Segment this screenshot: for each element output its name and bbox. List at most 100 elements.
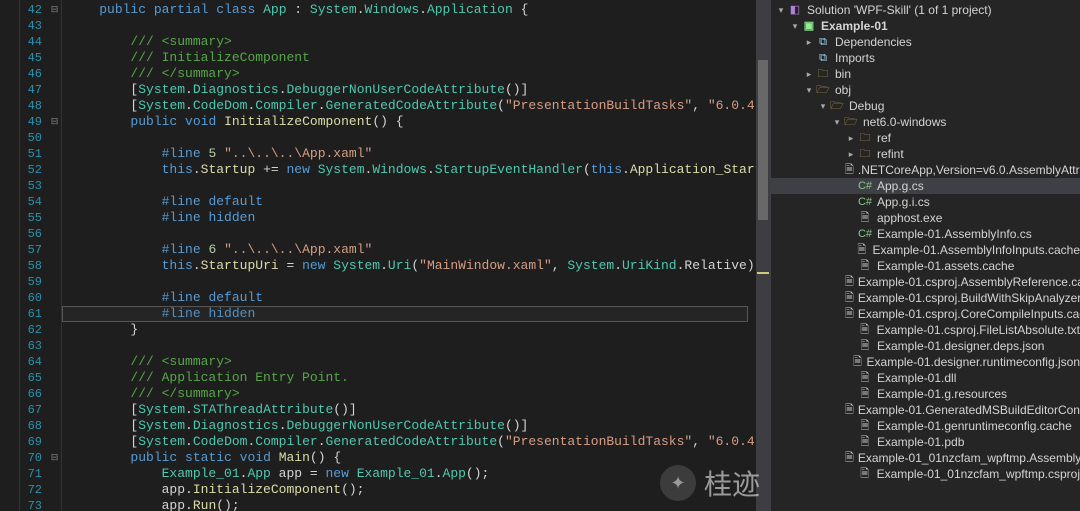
expander-icon[interactable] [775,2,787,18]
tree-item[interactable]: ◧Solution 'WPF-Skill' (1 of 1 project) [771,2,1080,18]
tree-item-label: Example-01_01nzcfam_wpftmp.csproj [877,466,1080,482]
tree-item[interactable]: 🗁net6.0-windows [771,114,1080,130]
code-line[interactable]: #line hidden [68,210,756,226]
line-number: 43 [20,18,42,34]
code-line[interactable]: #line 5 "..\..\..\App.xaml" [68,146,756,162]
expander-icon[interactable] [803,66,815,82]
line-number: 56 [20,226,42,242]
code-line[interactable] [68,274,756,290]
tree-item-label: Example-01.csproj.FileListAbsolute.txt [877,322,1080,338]
code-editor[interactable]: 4243444546474849505152535455565758596061… [0,0,770,511]
tree-item[interactable]: ⧉Dependencies [771,34,1080,50]
code-line[interactable]: [System.Diagnostics.DebuggerNonUserCodeA… [68,418,756,434]
code-line[interactable]: #line default [68,290,756,306]
tree-item[interactable]: ⧉Imports [771,50,1080,66]
code-line[interactable] [68,130,756,146]
tree-item[interactable]: 🗎Example-01.designer.runtimeconfig.json [771,354,1080,370]
line-number: 60 [20,290,42,306]
tree-item[interactable]: 🗎Example-01.csproj.AssemblyReference.cac… [771,274,1080,290]
tree-item[interactable]: 🗎Example-01.dll [771,370,1080,386]
code-line[interactable]: #line default [68,194,756,210]
code-line[interactable]: #line hidden [68,306,756,322]
code-line[interactable]: /// </summary> [68,66,756,82]
tree-item[interactable]: 🗎.NETCoreApp,Version=v6.0.AssemblyAttrib… [771,162,1080,178]
code-line[interactable]: /// <summary> [68,34,756,50]
code-line[interactable]: this.StartupUri = new System.Uri("MainWi… [68,258,756,274]
code-line[interactable]: /// Application Entry Point. [68,370,756,386]
tree-item[interactable]: 🗎apphost.exe [771,210,1080,226]
vertical-scrollbar[interactable] [756,0,770,511]
tree-item[interactable]: 🗀bin [771,66,1080,82]
line-number: 68 [20,418,42,434]
fold-toggle [48,226,61,242]
scrollbar-thumb[interactable] [758,60,768,220]
tree-item-label: Example-01_01nzcfam_wpftmp.AssemblyInfo [858,450,1080,466]
expander-icon[interactable] [845,146,857,162]
tree-item[interactable]: 🗎Example-01.AssemblyInfoInputs.cache [771,242,1080,258]
tree-item[interactable]: 🗎Example-01.genruntimeconfig.cache [771,418,1080,434]
tree-item[interactable]: 🗎Example-01.csproj.CoreCompileInputs.cac… [771,306,1080,322]
code-line[interactable]: [System.CodeDom.Compiler.GeneratedCodeAt… [68,434,756,450]
tree-item[interactable]: 🗁Debug [771,98,1080,114]
tree-item[interactable]: 🗀refint [771,146,1080,162]
tree-item[interactable]: 🗎Example-01.designer.deps.json [771,338,1080,354]
code-line[interactable]: public partial class App : System.Window… [68,2,756,18]
tree-item-label: Example-01.designer.deps.json [877,338,1044,354]
fold-toggle [48,354,61,370]
tree-item[interactable]: C#App.g.cs [771,178,1080,194]
code-line[interactable]: } [68,322,756,338]
code-line[interactable]: public void InitializeComponent() { [68,114,756,130]
code-line[interactable] [68,226,756,242]
tree-item[interactable]: 🗎Example-01_01nzcfam_wpftmp.AssemblyInfo [771,450,1080,466]
tree-item-label: App.g.cs [877,178,924,194]
tree-item[interactable]: 🗎Example-01.g.resources [771,386,1080,402]
tree-item[interactable]: 🗎Example-01.csproj.FileListAbsolute.txt [771,322,1080,338]
line-number: 45 [20,50,42,66]
tree-item-label: Imports [835,50,875,66]
fold-toggle [48,370,61,386]
code-area[interactable]: public partial class App : System.Window… [62,0,756,511]
tree-item[interactable]: C#Example-01.AssemblyInfo.cs [771,226,1080,242]
expander-icon[interactable] [789,18,801,34]
code-line[interactable]: Example_01.App app = new Example_01.App(… [68,466,756,482]
fold-toggle [48,34,61,50]
code-line[interactable]: app.InitializeComponent(); [68,482,756,498]
tree-item[interactable]: 🗎Example-01.GeneratedMSBuildEditorConfig [771,402,1080,418]
code-line[interactable]: #line 6 "..\..\..\App.xaml" [68,242,756,258]
code-line[interactable]: /// <summary> [68,354,756,370]
tree-item[interactable]: 🗎Example-01.csproj.BuildWithSkipAnalyzer… [771,290,1080,306]
code-line[interactable]: /// </summary> [68,386,756,402]
solution-tree[interactable]: ◧Solution 'WPF-Skill' (1 of 1 project)▣E… [771,0,1080,511]
fold-toggle[interactable]: ⊟ [48,450,61,466]
expander-icon[interactable] [803,34,815,50]
code-line[interactable] [68,18,756,34]
folder-open-icon: 🗁 [829,98,845,114]
line-number: 63 [20,338,42,354]
fold-toggle[interactable]: ⊟ [48,2,61,18]
tree-item[interactable]: 🗁obj [771,82,1080,98]
tree-item[interactable]: 🗎Example-01_01nzcfam_wpftmp.csproj [771,466,1080,482]
code-line[interactable] [68,338,756,354]
tree-item[interactable]: ▣Example-01 [771,18,1080,34]
code-line[interactable]: app.Run(); [68,498,756,511]
tree-item[interactable]: 🗎Example-01.assets.cache [771,258,1080,274]
fold-toggle[interactable]: ⊟ [48,114,61,130]
code-line[interactable]: [System.Diagnostics.DebuggerNonUserCodeA… [68,82,756,98]
solution-explorer[interactable]: ◧Solution 'WPF-Skill' (1 of 1 project)▣E… [770,0,1080,511]
code-line[interactable] [68,178,756,194]
code-line[interactable]: [System.STAThreadAttribute()] [68,402,756,418]
expander-icon[interactable] [845,130,857,146]
fold-gutter[interactable]: ⊟ ⊟ ⊟ [48,0,62,511]
tree-item[interactable]: 🗀ref [771,130,1080,146]
code-line[interactable]: this.Startup += new System.Windows.Start… [68,162,756,178]
code-line[interactable]: /// InitializeComponent [68,50,756,66]
tree-item-label: Example-01.GeneratedMSBuildEditorConfig [858,402,1080,418]
code-line[interactable]: public static void Main() { [68,450,756,466]
expander-icon[interactable] [817,98,829,114]
code-line[interactable]: [System.CodeDom.Compiler.GeneratedCodeAt… [68,98,756,114]
expander-icon[interactable] [803,82,815,98]
tree-item[interactable]: C#App.g.i.cs [771,194,1080,210]
file-icon: 🗎 [857,370,873,386]
tree-item[interactable]: 🗎Example-01.pdb [771,434,1080,450]
expander-icon[interactable] [831,114,843,130]
